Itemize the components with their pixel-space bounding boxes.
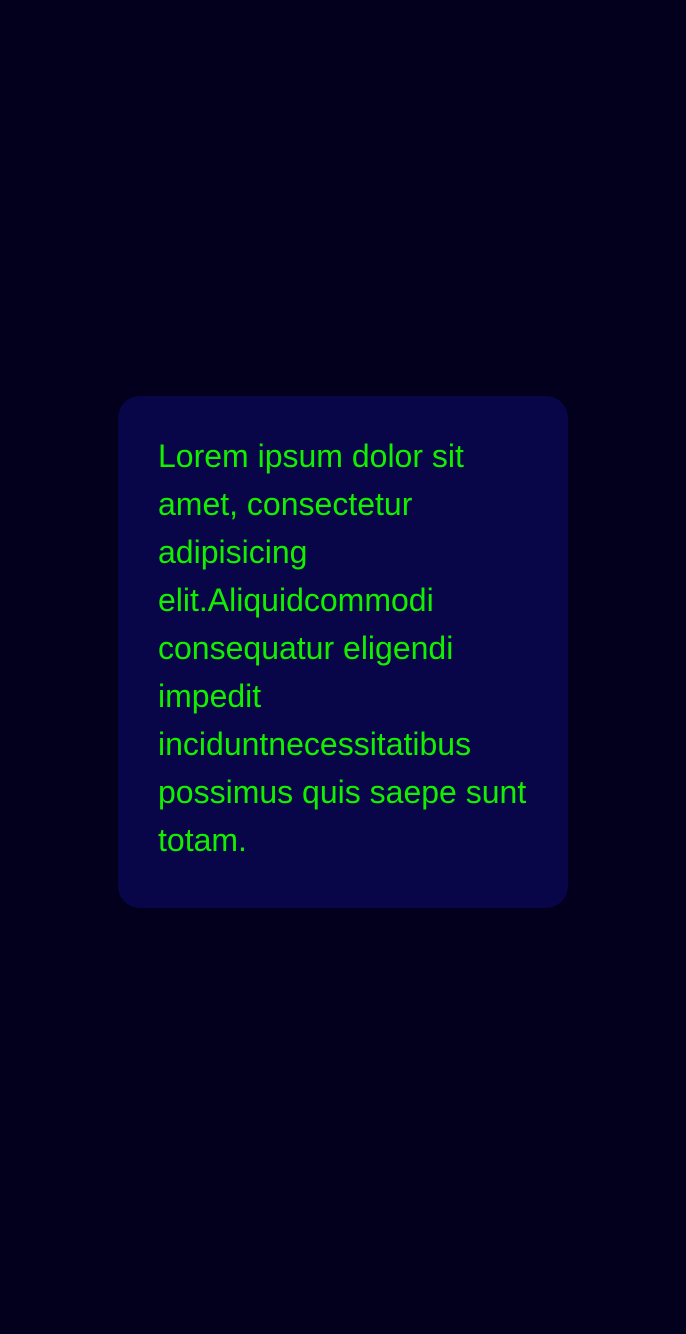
card-text-line: elit.Aliquidcommodi: [158, 582, 434, 618]
card-text-line: totam.: [158, 822, 247, 858]
card-text-line: Lorem ipsum dolor sit: [158, 438, 464, 474]
card-text-line: amet, consectetur: [158, 486, 413, 522]
card-text: Lorem ipsum dolor sit amet, consectetur …: [158, 432, 538, 864]
card-text-line: impedit: [158, 678, 262, 714]
card-text-line: adipisicing: [158, 534, 308, 570]
card-text-line: consequatur eligendi: [158, 630, 454, 666]
card-text-line: inciduntnecessitatibus: [158, 726, 472, 762]
screen: { "card": { "lines": [ "Lorem ipsum dolo…: [0, 0, 686, 1334]
card-text-line: possimus quis saepe sunt: [158, 774, 527, 810]
text-card: Lorem ipsum dolor sit amet, consectetur …: [118, 396, 568, 908]
